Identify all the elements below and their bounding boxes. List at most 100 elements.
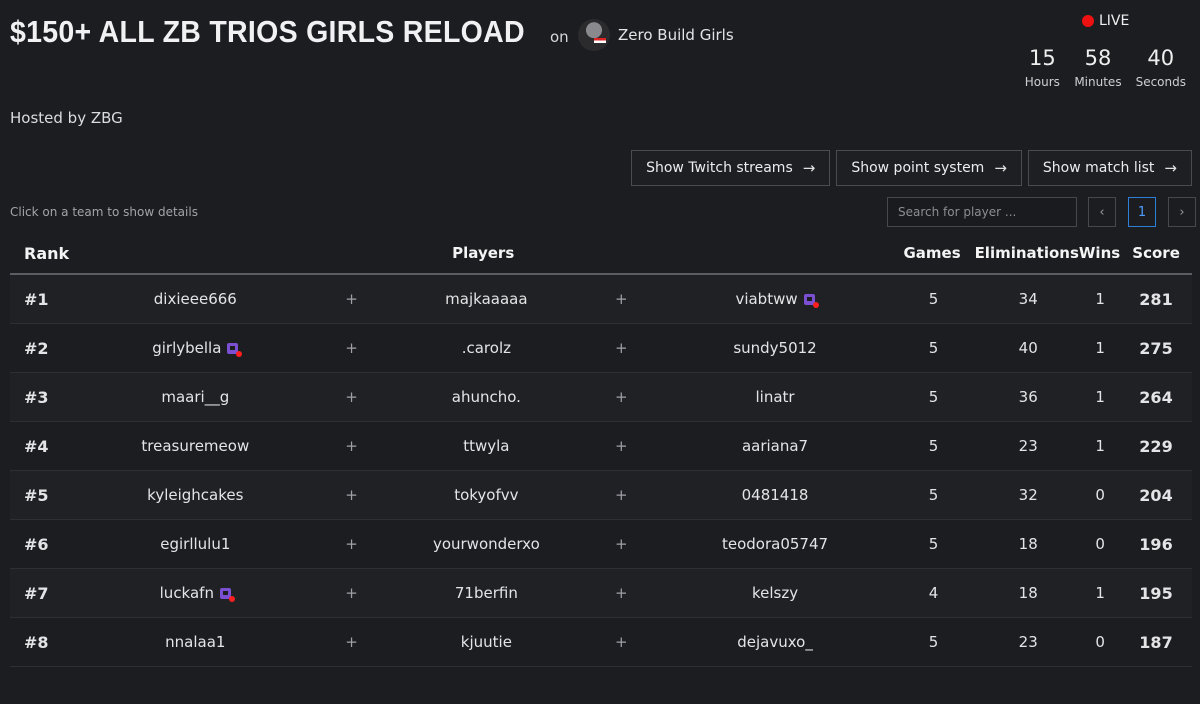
player-1-cell: kyleighcakes (77, 486, 314, 504)
plus-separator: + (345, 633, 358, 651)
player-2-cell: majkaaaaa (389, 290, 583, 308)
table-row[interactable]: #2 girlybella + .carolz + sundy5012 5 40… (10, 324, 1192, 373)
games-cell: 5 (928, 388, 939, 406)
countdown-minutes: 58 Minutes (1074, 46, 1121, 89)
twitch-live-icon[interactable] (227, 343, 243, 357)
page-1-button[interactable]: 1 (1128, 197, 1156, 227)
table-row[interactable]: #1 dixieee666 + majkaaaaa + viabtww 5 34… (10, 275, 1192, 324)
player-name: nnalaa1 (165, 633, 226, 651)
plus-separator: + (345, 388, 358, 406)
player-1-cell: egirllulu1 (77, 535, 314, 553)
plus-separator: + (345, 535, 358, 553)
wins-cell: 0 (1095, 486, 1105, 504)
score-cell: 264 (1139, 387, 1173, 407)
header-eliminations: Eliminations (974, 244, 1079, 262)
player-name: dixieee666 (153, 290, 237, 308)
prev-page-button[interactable]: ‹ (1088, 197, 1116, 227)
seconds-value: 40 (1147, 46, 1175, 70)
player-3-cell: teodora05747 (659, 535, 891, 553)
player-name: girlybella (152, 339, 222, 357)
show-point-system-label: Show point system (851, 160, 985, 176)
games-cell: 5 (928, 290, 939, 308)
hours-value: 15 (1028, 46, 1056, 70)
player-name: ahuncho. (451, 388, 521, 406)
player-name: luckafn (159, 584, 214, 602)
eliminations-cell: 36 (1018, 388, 1038, 406)
organizer-logo-icon (578, 19, 610, 51)
player-search-input[interactable] (887, 197, 1077, 227)
rank-cell: #3 (24, 387, 49, 407)
player-2-cell: ttwyla (389, 437, 583, 455)
leaderboard-table: Rank Players Games Eliminations Wins Sco… (10, 233, 1192, 667)
wins-cell: 0 (1095, 535, 1105, 553)
wins-cell: 1 (1095, 388, 1105, 406)
player-1-cell: nnalaa1 (77, 633, 314, 651)
table-row[interactable]: #8 nnalaa1 + kjuutie + dejavuxo_ 5 23 0 … (10, 618, 1192, 667)
games-cell: 5 (928, 486, 939, 504)
player-name: 71berfin (454, 584, 518, 602)
twitch-live-icon[interactable] (803, 294, 819, 308)
header-wins: Wins (1078, 244, 1121, 262)
live-dot-icon (1082, 15, 1094, 27)
eliminations-cell: 18 (1018, 535, 1038, 553)
player-name: 0481418 (741, 486, 809, 504)
player-name: kjuutie (460, 633, 512, 651)
arrow-right-icon: → (994, 159, 1007, 177)
score-cell: 187 (1139, 632, 1173, 652)
player-name: viabtww (735, 290, 798, 308)
table-row[interactable]: #4 treasuremeow + ttwyla + aariana7 5 23… (10, 422, 1192, 471)
countdown-hours: 15 Hours (1024, 46, 1060, 89)
player-3-cell: kelszy (659, 584, 891, 602)
games-cell: 5 (928, 633, 939, 651)
plus-separator: + (345, 584, 358, 602)
plus-separator: + (614, 339, 628, 357)
show-twitch-streams-button[interactable]: Show Twitch streams → (631, 150, 831, 186)
player-1-cell: treasuremeow (77, 437, 314, 455)
player-name: sundy5012 (733, 339, 817, 357)
rank-cell: #7 (24, 583, 49, 603)
player-2-cell: ahuncho. (389, 388, 583, 406)
score-cell: 195 (1139, 583, 1173, 603)
player-name: teodora05747 (722, 535, 829, 553)
next-page-button[interactable]: › (1168, 197, 1196, 227)
hosted-by: Hosted by ZBG (10, 109, 123, 127)
wins-cell: 0 (1095, 633, 1105, 651)
player-2-cell: .carolz (389, 339, 583, 357)
plus-separator: + (614, 437, 628, 455)
table-row[interactable]: #6 egirllulu1 + yourwonderxo + teodora05… (10, 520, 1192, 569)
games-cell: 5 (928, 339, 939, 357)
plus-separator: + (614, 388, 628, 406)
player-name: dejavuxo_ (737, 633, 813, 651)
seconds-label: Seconds (1135, 75, 1186, 89)
live-label: LIVE (1099, 13, 1130, 29)
player-3-cell: aariana7 (659, 437, 891, 455)
wins-cell: 1 (1095, 290, 1105, 308)
player-3-cell: 0481418 (659, 486, 891, 504)
player-1-cell: dixieee666 (77, 290, 314, 308)
table-row[interactable]: #3 maari__g + ahuncho. + linatr 5 36 1 2… (10, 373, 1192, 422)
eliminations-cell: 23 (1018, 437, 1038, 455)
table-row[interactable]: #7 luckafn + 71berfin + kelszy 4 18 1 19… (10, 569, 1192, 618)
twitch-live-icon[interactable] (219, 588, 235, 602)
countdown-seconds: 40 Seconds (1136, 46, 1186, 89)
table-header: Rank Players Games Eliminations Wins Sco… (10, 233, 1192, 275)
show-match-list-label: Show match list (1042, 160, 1155, 176)
live-indicator: LIVE (1082, 13, 1129, 29)
pagination: ‹ 1 › (1088, 197, 1196, 227)
organizer-name: Zero Build Girls (618, 26, 734, 44)
show-match-list-button[interactable]: Show match list → (1027, 150, 1192, 186)
plus-separator: + (345, 437, 358, 455)
show-point-system-button[interactable]: Show point system → (836, 150, 1022, 186)
organizer-link[interactable]: Zero Build Girls (578, 19, 734, 51)
games-cell: 4 (928, 584, 939, 602)
player-name: majkaaaaa (445, 290, 528, 308)
plus-separator: + (345, 339, 358, 357)
score-cell: 229 (1139, 436, 1173, 456)
header-score: Score (1132, 244, 1180, 262)
minutes-label: Minutes (1074, 75, 1122, 89)
plus-separator: + (614, 486, 628, 504)
eliminations-cell: 23 (1018, 633, 1038, 651)
arrow-right-icon: → (802, 159, 816, 177)
table-row[interactable]: #5 kyleighcakes + tokyofvv + 0481418 5 3… (10, 471, 1192, 520)
wins-cell: 1 (1095, 584, 1105, 602)
